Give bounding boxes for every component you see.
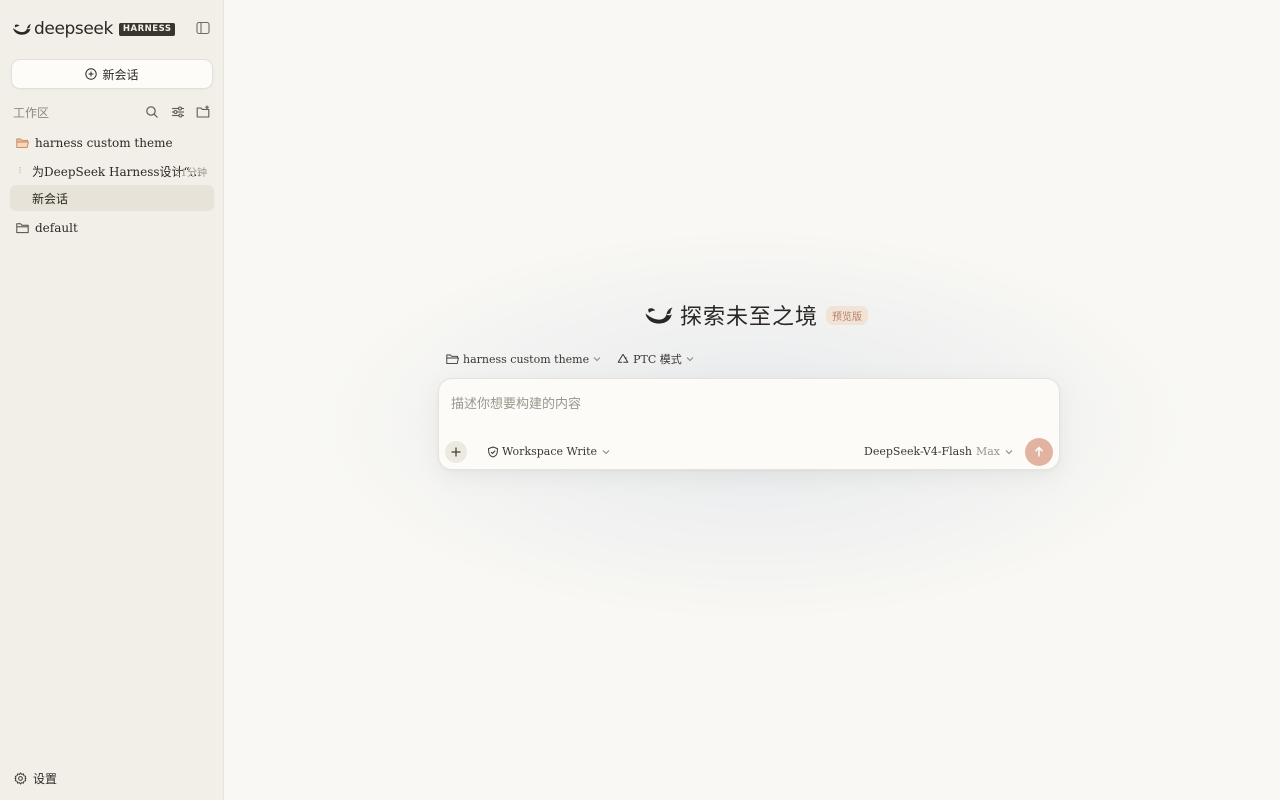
whale-logo-icon [13, 24, 31, 35]
brand: deepseek HARNESS [12, 18, 176, 40]
folder-open-icon [446, 354, 459, 365]
folder-harness-custom-theme[interactable]: harness custom theme [10, 131, 214, 155]
model-name: DeepSeek-V4-Flash [864, 445, 972, 458]
workspace-header: 工作区 [12, 103, 212, 121]
folder-open-icon [16, 138, 29, 149]
new-folder-icon[interactable] [196, 105, 210, 119]
brand-tag: HARNESS [118, 22, 176, 36]
preview-badge: 预览版 [826, 305, 869, 325]
folder-icon [16, 223, 29, 234]
arrow-up-icon [1034, 446, 1044, 457]
folder-name: default [35, 221, 78, 235]
context-row: harness custom theme PTC 模式 [446, 350, 710, 368]
whale-logo-icon [645, 307, 673, 324]
app-window: deepseek HARNESS 新会话 工作区 harness custom … [0, 0, 1280, 800]
brand-name: deepseek [34, 19, 113, 39]
sidebar: deepseek HARNESS 新会话 工作区 harness custom … [0, 0, 224, 800]
plus-icon [451, 447, 461, 457]
send-button[interactable] [1025, 438, 1053, 466]
session-title: 新会话 [32, 191, 69, 206]
filter-icon[interactable] [171, 105, 185, 119]
session-item-active[interactable]: 新会话 [10, 185, 214, 211]
chevron-down-icon [686, 357, 694, 362]
chevron-down-icon [602, 449, 610, 454]
attach-button[interactable] [445, 441, 467, 463]
model-selector[interactable]: DeepSeek-V4-Flash Max [864, 445, 1013, 458]
hero-title: 探索未至之境 [680, 305, 819, 330]
sidebar-toggle-icon[interactable] [196, 21, 210, 35]
workspace-folder-selector[interactable]: harness custom theme [446, 353, 601, 366]
composer: Workspace Write DeepSeek-V4-Flash Max [438, 378, 1060, 470]
settings-label: 设置 [33, 771, 58, 786]
folder-name: harness custom theme [35, 136, 173, 150]
hero: 探索未至之境 预览版 [644, 300, 869, 330]
session-marker: ⁝ [18, 166, 22, 176]
mode-selector[interactable]: PTC 模式 [617, 351, 694, 367]
plus-circle-icon [85, 68, 98, 80]
recycle-icon [617, 353, 629, 363]
session-item[interactable]: ⁝ 为DeepSeek Harness设计“... 21分钟 [10, 158, 214, 184]
permission-selector[interactable]: Workspace Write [487, 445, 610, 458]
session-time: 21分钟 [174, 167, 207, 179]
shield-check-icon [488, 446, 498, 457]
gear-icon [14, 771, 27, 785]
new-chat-button[interactable]: 新会话 [11, 59, 213, 89]
permission-label: Workspace Write [502, 445, 598, 458]
new-chat-label: 新会话 [102, 67, 139, 82]
chevron-down-icon [593, 357, 601, 362]
folder-default[interactable]: default [10, 216, 214, 240]
effort-level: Max [975, 445, 1000, 458]
workspace-folder-label: harness custom theme [463, 352, 590, 366]
main-area: 探索未至之境 预览版 harness custom theme PTC 模式 描… [224, 0, 1280, 800]
prompt-input[interactable] [451, 389, 1041, 419]
mode-label: PTC 模式 [633, 353, 682, 366]
workspace-label: 工作区 [13, 106, 50, 120]
settings-button[interactable]: 设置 [14, 770, 57, 786]
chevron-down-icon [1005, 449, 1013, 454]
search-icon[interactable] [145, 105, 159, 119]
